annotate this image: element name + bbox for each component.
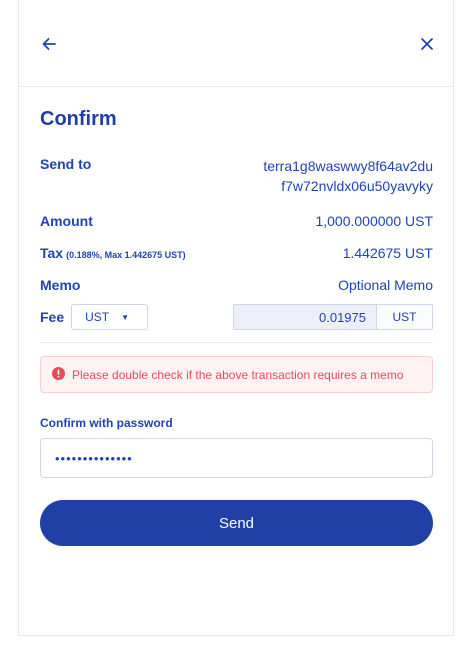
fee-amount-value: 0.01975: [234, 305, 376, 329]
amount-row: Amount 1,000.000000 UST: [40, 213, 433, 229]
address-line-1: terra1g8waswwy8f64av2du: [263, 158, 433, 174]
fee-denom-value: UST: [85, 310, 110, 324]
tax-label: Tax: [40, 245, 64, 261]
arrow-left-icon: [42, 38, 56, 50]
tax-note: (0.188%, Max 1.442675 UST): [66, 250, 186, 260]
divider: [40, 342, 433, 343]
alert-circle-icon: [52, 367, 65, 380]
fee-denom-select[interactable]: UST ▼: [71, 304, 149, 330]
amount-label: Amount: [40, 213, 93, 229]
memo-warning-alert: Please double check if the above transac…: [40, 356, 433, 393]
confirm-content: Confirm Send to terra1g8waswwy8f64av2du …: [40, 100, 433, 546]
page-title: Confirm: [40, 108, 117, 130]
caret-down-icon: ▼: [121, 312, 130, 322]
address-line-2: f7w72nvldx06u50yavyky: [281, 178, 433, 194]
password-label: Confirm with password: [40, 416, 173, 430]
tax-value: 1.442675 UST: [342, 245, 433, 261]
memo-label: Memo: [40, 277, 81, 293]
recipient-address: terra1g8waswwy8f64av2du f7w72nvldx06u50y…: [263, 156, 433, 196]
fee-amount-field[interactable]: 0.01975 UST: [233, 304, 433, 330]
fee-unit-label: UST: [376, 305, 432, 329]
send-button[interactable]: Send: [40, 500, 433, 546]
password-input[interactable]: ••••••••••••••: [40, 438, 433, 478]
tax-row: Tax (0.188%, Max 1.442675 UST) 1.442675 U…: [40, 245, 433, 261]
fee-row: Fee UST ▼ 0.01975 UST: [40, 304, 433, 330]
fee-label: Fee: [40, 309, 65, 325]
top-bar: [19, 0, 453, 87]
close-button[interactable]: [413, 30, 441, 58]
fee-left: Fee UST ▼: [40, 304, 149, 330]
amount-value: 1,000.000000 UST: [315, 213, 433, 229]
tax-label-group: Tax (0.188%, Max 1.442675 UST): [40, 245, 186, 261]
send-to-row: Send to terra1g8waswwy8f64av2du f7w72nvl…: [40, 156, 433, 196]
back-button[interactable]: [35, 30, 63, 58]
alert-text: Please double check if the above transac…: [72, 368, 404, 382]
memo-value: Optional Memo: [338, 277, 433, 293]
confirm-card: Confirm Send to terra1g8waswwy8f64av2du …: [18, 0, 454, 636]
send-to-label: Send to: [40, 156, 92, 172]
close-icon: [421, 38, 433, 50]
memo-row: Memo Optional Memo: [40, 277, 433, 293]
